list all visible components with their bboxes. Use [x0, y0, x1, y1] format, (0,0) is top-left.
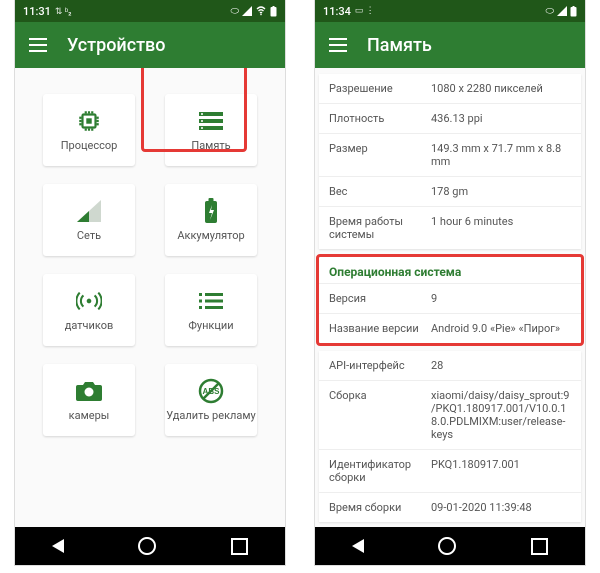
list-row: API-интерфейс28 — [319, 351, 581, 380]
os-section: Операционная система Версия9 Название ве… — [319, 257, 581, 343]
list-icon — [198, 288, 224, 314]
camera-icon — [76, 378, 102, 404]
tile-label: датчиков — [65, 320, 114, 332]
tile-label: Функции — [188, 320, 233, 332]
android-navbar — [15, 527, 285, 565]
tile-cpu[interactable]: Процессор — [43, 94, 135, 166]
os-section-header: Операционная система — [319, 257, 581, 283]
nav-recent-icon[interactable] — [531, 538, 548, 555]
list-row: Идентификатор сборкиPKQ1.180917.001 — [319, 449, 581, 492]
tile-label: Аккумулятор — [177, 230, 244, 242]
bottom-list: API-интерфейс28 Сборкаxiaomi/daisy/daisy… — [319, 351, 581, 522]
memory-icon — [198, 108, 224, 134]
tile-camera[interactable]: камеры — [43, 364, 135, 436]
nav-home-icon[interactable] — [438, 537, 456, 555]
tile-label: Процессор — [61, 140, 118, 152]
appbar: Устройство — [15, 22, 285, 68]
top-list: Разрешение1080 x 2280 пикселей Плотность… — [319, 74, 581, 249]
tile-remove-ads[interactable]: ABS Удалить рекламу — [165, 364, 257, 436]
tile-label: Сеть — [77, 230, 101, 242]
list-row: Плотность436.13 ppi — [319, 103, 581, 133]
tile-battery[interactable]: Аккумулятор — [165, 184, 257, 256]
cpu-icon — [76, 108, 102, 134]
nav-back-icon[interactable] — [52, 539, 64, 553]
tile-memory[interactable]: Память — [165, 94, 257, 166]
tile-label: Память — [191, 140, 230, 152]
list-row: Вес178 gm — [319, 176, 581, 206]
statusbar: 11:31 ⇅ ᵇ₂ ⬭ — [15, 0, 285, 22]
list-row: Сборкаxiaomi/daisy/daisy_sprout:9/PKQ1.1… — [319, 380, 581, 449]
appbar: Память — [315, 22, 585, 68]
list-row: Время сборки09-01-2020 11:39:48 — [319, 492, 581, 522]
menu-icon[interactable] — [29, 38, 47, 52]
tile-label: камеры — [69, 410, 110, 422]
statusbar: 11:34 ▭ ⋮ ⬭ — [315, 0, 585, 22]
content: Процессор Память Сеть Аккумулятор — [15, 68, 285, 527]
phone-right: 11:34 ▭ ⋮ ⬭ Память Разрешение1080 x 2280… — [315, 0, 585, 565]
nav-home-icon[interactable] — [138, 537, 156, 555]
status-time: 11:31 — [23, 5, 51, 18]
list-row: Время работы системы1 hour 6 minutes — [319, 206, 581, 249]
tile-grid: Процессор Память Сеть Аккумулятор — [15, 68, 285, 462]
list-row: Разрешение1080 x 2280 пикселей — [319, 74, 581, 103]
appbar-title: Память — [367, 35, 432, 56]
signal-icon — [76, 198, 102, 224]
status-time: 11:34 — [323, 5, 351, 18]
tile-sensors[interactable]: датчиков — [43, 274, 135, 346]
list-row: Размер149.3 mm x 71.7 mm x 8.8 mm — [319, 133, 581, 176]
appbar-title: Устройство — [67, 35, 166, 56]
sensor-icon — [76, 288, 102, 314]
tile-label: Удалить рекламу — [166, 410, 255, 422]
content: Разрешение1080 x 2280 пикселей Плотность… — [315, 68, 585, 527]
battery-icon — [198, 198, 224, 224]
phone-left: 11:31 ⇅ ᵇ₂ ⬭ Устройство Процессор — [15, 0, 285, 565]
list-row: Версия9 — [319, 283, 581, 313]
nav-recent-icon[interactable] — [231, 538, 248, 555]
tile-features[interactable]: Функции — [165, 274, 257, 346]
no-ads-icon: ABS — [198, 378, 224, 404]
list-row: Название версииAndroid 9.0 «Pie» «Пирог» — [319, 313, 581, 343]
android-navbar — [315, 527, 585, 565]
nav-back-icon[interactable] — [352, 539, 364, 553]
tile-network[interactable]: Сеть — [43, 184, 135, 256]
menu-icon[interactable] — [329, 38, 347, 52]
